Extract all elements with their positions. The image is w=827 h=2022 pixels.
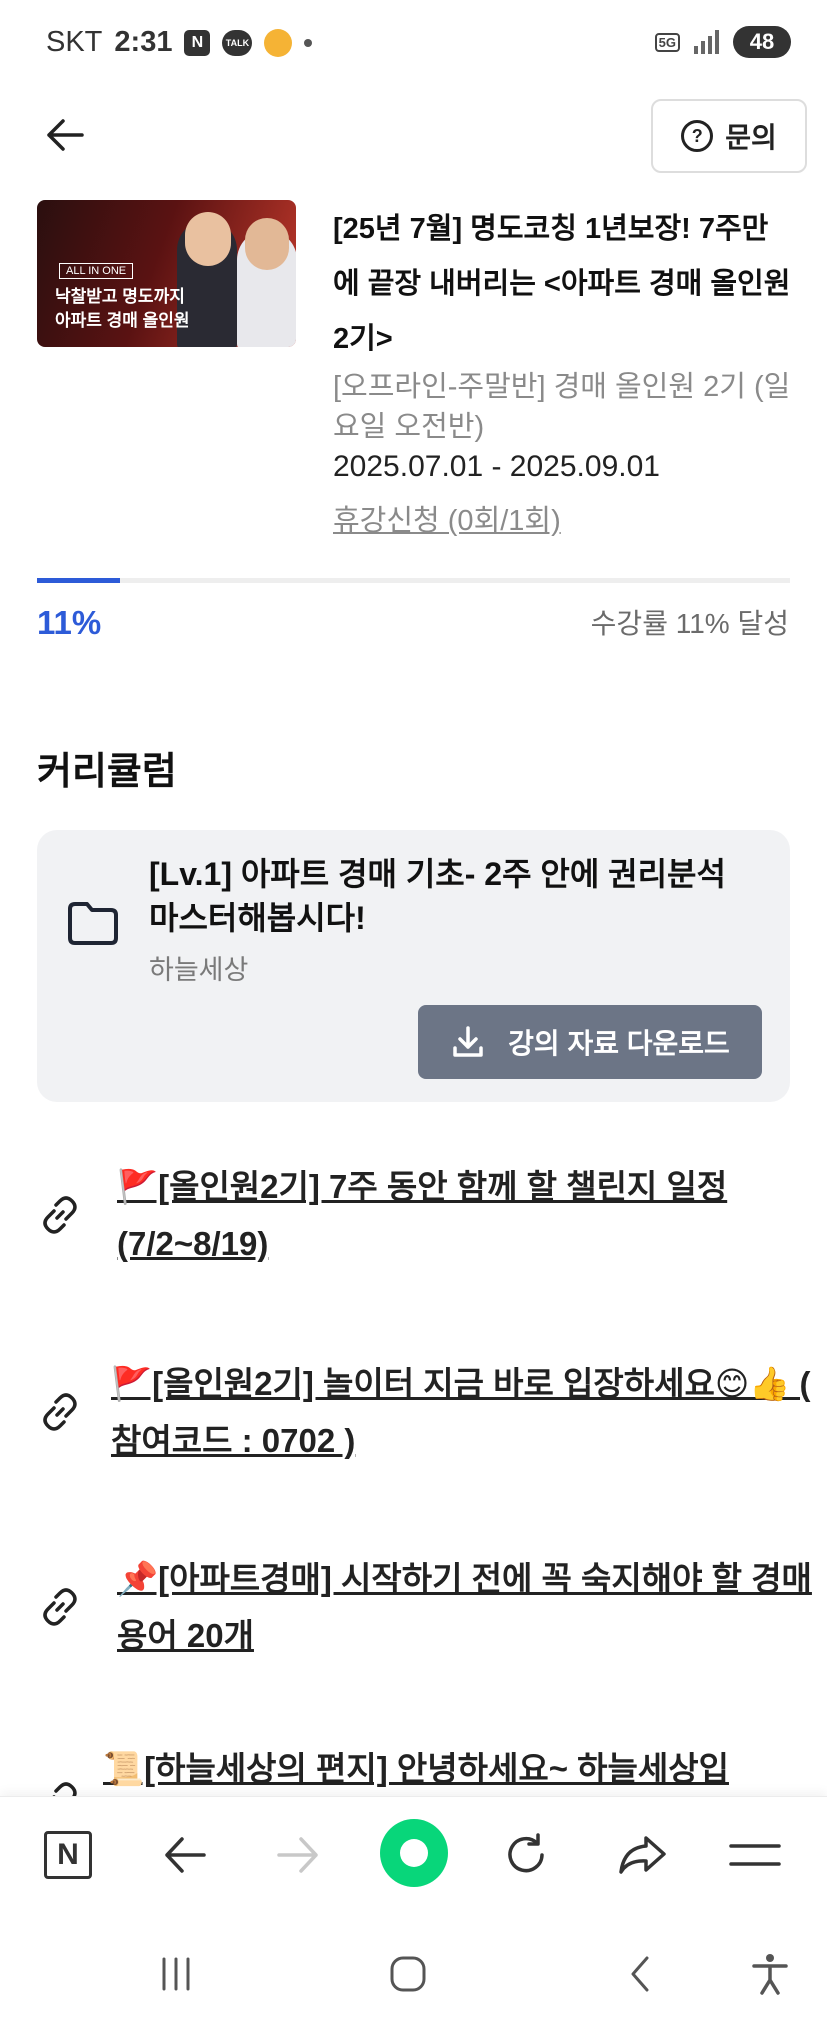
accessibility-button[interactable] (740, 1944, 800, 2004)
download-materials-button[interactable]: 강의 자료 다운로드 (418, 1005, 762, 1079)
accessibility-icon (752, 1954, 788, 1995)
browser-home-button[interactable]: N (38, 1825, 98, 1885)
leave-request-link[interactable]: 휴강신청 (0회/1회) (333, 497, 561, 539)
curriculum-link-text[interactable]: 🚩[올인원2기] 7주 동안 함께 할 챌린지 일정 (7/2~8/19) (117, 1158, 817, 1272)
signal-icon (694, 30, 719, 54)
thumbnail-caption-line: 낙찰받고 명도까지 (55, 287, 185, 306)
curriculum-link-item[interactable]: 📜[하늘세상의 편지] 안녕하세요~ 하늘세상입 (37, 1744, 790, 1796)
instructor-head (185, 212, 231, 266)
menu-icon (729, 1844, 781, 1866)
thumbnail-caption-line: 아파트 경매 올인원 (55, 311, 190, 330)
naver-home-icon: N (44, 1831, 92, 1879)
arrow-right-icon (277, 1837, 318, 1873)
link-icon (43, 1196, 77, 1234)
curriculum-link-text[interactable]: 🚩[올인원2기] 놀이터 지금 바로 입장하세요😊👍 ( 참여코드 : 0702… (111, 1355, 811, 1469)
status-left: SKT 2:31 N TALK (46, 26, 313, 59)
app-notification-icon (264, 28, 293, 57)
browser-share-button[interactable] (612, 1825, 672, 1885)
curriculum-link-item[interactable]: 🚩[올인원2기] 놀이터 지금 바로 입장하세요😊👍 ( 참여코드 : 0702… (37, 1355, 811, 1475)
browser-toolbar: N (0, 1796, 827, 1926)
browser-forward-button[interactable] (268, 1825, 328, 1885)
progress-percent: 11% (37, 604, 102, 641)
link-icon (43, 1393, 77, 1431)
browser-back-button[interactable] (155, 1825, 215, 1885)
clock: 2:31 (114, 26, 173, 58)
question-icon: ? (681, 120, 714, 152)
inquiry-button[interactable]: ? 문의 (651, 99, 807, 173)
module-author: 하늘세상 (149, 955, 249, 985)
browser-menu-button[interactable] (725, 1825, 785, 1885)
progress-status: 수강률 11% 달성 (590, 608, 789, 639)
arrow-left-icon (47, 119, 84, 151)
home-button[interactable] (378, 1944, 438, 2004)
progress-fill (37, 578, 120, 583)
green-dot-icon (400, 1839, 428, 1867)
network-type: 5G (654, 32, 680, 52)
status-bar: SKT 2:31 N TALK 5G 48 (0, 0, 827, 90)
course-title: [25년 7월] 명도코칭 1년보장! 7주만에 끝장 내버리는 <아파트 경매… (333, 213, 791, 355)
chevron-left-icon (631, 1956, 649, 1992)
inquiry-label: 문의 (725, 122, 777, 153)
course-thumbnail: ALL IN ONE 낙찰받고 명도까지 아파트 경매 올인원 (37, 200, 296, 347)
talk-notification-icon: TALK (222, 29, 253, 56)
browser-refresh-button[interactable] (496, 1825, 556, 1885)
carrier-label: SKT (46, 26, 103, 58)
curriculum-link-text[interactable]: 📌[아파트경매] 시작하기 전에 꼭 숙지해야 할 경매 용어 20개 (117, 1550, 817, 1664)
refresh-icon (508, 1833, 544, 1873)
share-icon (619, 1836, 666, 1874)
arrow-left-icon (165, 1837, 206, 1873)
curriculum-link-text[interactable]: 📜[하늘세상의 편지] 안녕하세요~ 하늘세상입 (103, 1744, 790, 1796)
back-button[interactable] (40, 110, 90, 160)
progress-bar (37, 578, 790, 583)
folder-icon (68, 902, 118, 945)
link-icon (52, 1782, 77, 1796)
naver-notification-icon: N (184, 29, 211, 56)
link-icon (43, 1588, 77, 1626)
recent-apps-button[interactable] (146, 1944, 206, 2004)
status-right: 5G 48 (654, 26, 791, 58)
curriculum-link-item[interactable]: 🚩[올인원2기] 7주 동안 함께 할 챌린지 일정 (7/2~8/19) (37, 1158, 790, 1278)
more-notifications-icon (304, 38, 313, 47)
download-label: 강의 자료 다운로드 (508, 1028, 730, 1059)
system-back-button[interactable] (610, 1944, 670, 2004)
thumbnail-badge: ALL IN ONE (59, 263, 134, 279)
system-navigation-bar (0, 1926, 827, 2022)
thumbnail-caption: 낙찰받고 명도까지 아파트 경매 올인원 (55, 285, 190, 333)
recent-apps-icon (162, 1957, 190, 1991)
module-title: [Lv.1] 아파트 경매 기초- 2주 안에 권리분석 마스터해봅시다! (149, 856, 726, 936)
battery-indicator: 48 (733, 26, 791, 58)
home-icon (390, 1956, 426, 1992)
curriculum-module[interactable]: [Lv.1] 아파트 경매 기초- 2주 안에 권리분석 마스터해봅시다! 하늘… (37, 830, 790, 1102)
course-class-info: [오프라인-주말반] 경매 올인원 2기 (일요일 오전반) (333, 371, 791, 443)
curriculum-title: 커리큘럼 (37, 751, 177, 793)
curriculum-link-item[interactable]: 📌[아파트경매] 시작하기 전에 꼭 숙지해야 할 경매 용어 20개 (37, 1550, 812, 1670)
naver-green-dot-button[interactable] (380, 1819, 448, 1887)
course-period: 2025.07.01 - 2025.09.01 (333, 450, 660, 483)
download-icon (453, 1026, 483, 1057)
instructor-head (245, 218, 289, 270)
